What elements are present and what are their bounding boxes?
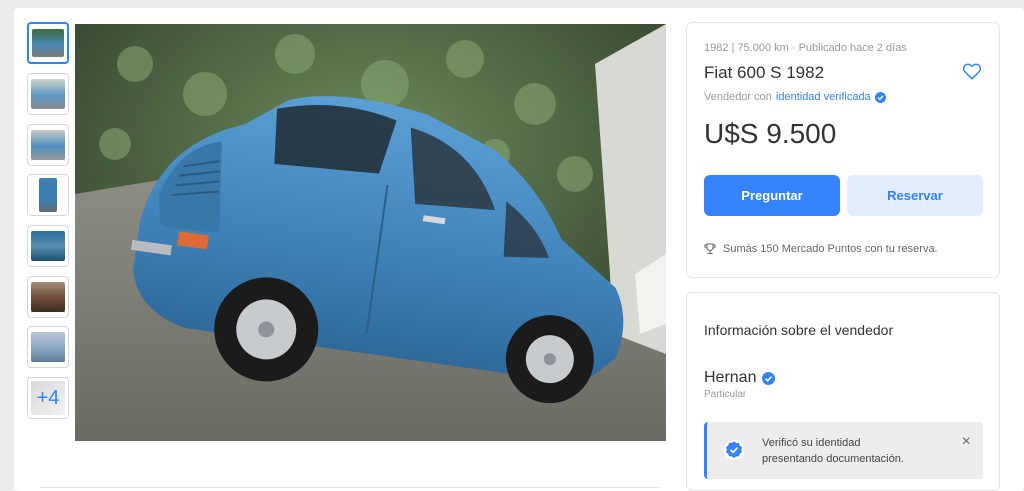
seller-name: Hernan [704, 369, 757, 386]
seller-prefix: Vendedor con [704, 91, 772, 103]
thumbnail-6[interactable] [27, 276, 69, 318]
close-icon[interactable]: × [962, 434, 971, 450]
verified-shield-icon [723, 439, 745, 461]
notice-line-1: Verificó su identidad [762, 437, 861, 449]
seller-verification-line: Vendedor con identidad verificada [704, 91, 886, 103]
seller-info-box: Información sobre el vendedor Hernan Par… [686, 292, 1000, 491]
heart-icon[interactable] [961, 60, 983, 82]
section-divider [40, 487, 660, 488]
thumbnail-5[interactable] [27, 225, 69, 267]
verified-identity-link[interactable]: identidad verificada [776, 91, 871, 103]
thumbnail-3[interactable] [27, 124, 69, 166]
points-text: Sumás 150 Mercado Puntos con tu reserva. [723, 243, 938, 255]
notice-line-2: presentando documentación. [762, 453, 904, 465]
notice-text: Verificó su identidad presentando docume… [762, 435, 904, 467]
verified-badge-icon [762, 371, 776, 385]
car-photo-illustration [75, 24, 666, 441]
price: U$S 9.500 [704, 118, 837, 149]
main-photo[interactable] [75, 24, 666, 441]
thumbnail-7[interactable] [27, 326, 69, 368]
listing-title: Fiat 600 S 1982 [704, 63, 825, 82]
more-photos-label: +4 [36, 386, 60, 409]
thumbnail-4[interactable] [27, 174, 69, 216]
ask-button[interactable]: Preguntar [704, 175, 840, 216]
listing-subtitle: 1982 | 75.000 km · Publicado hace 2 días [704, 42, 907, 54]
seller-type: Particular [704, 389, 747, 400]
verified-badge-icon [874, 91, 886, 103]
more-photos-thumbnail[interactable]: +4 [27, 377, 69, 419]
thumbnail-1[interactable] [27, 22, 69, 64]
reserve-button[interactable]: Reservar [847, 175, 983, 216]
purchase-box: 1982 | 75.000 km · Publicado hace 2 días… [686, 22, 1000, 278]
trophy-icon [704, 243, 716, 254]
thumbnail-2[interactable] [27, 73, 69, 115]
seller-name-row: Hernan [704, 369, 776, 387]
seller-info-heading: Información sobre el vendedor [704, 322, 894, 338]
mercado-points-info: Sumás 150 Mercado Puntos con tu reserva. [704, 243, 938, 255]
identity-verified-notice: Verificó su identidad presentando docume… [704, 422, 983, 479]
